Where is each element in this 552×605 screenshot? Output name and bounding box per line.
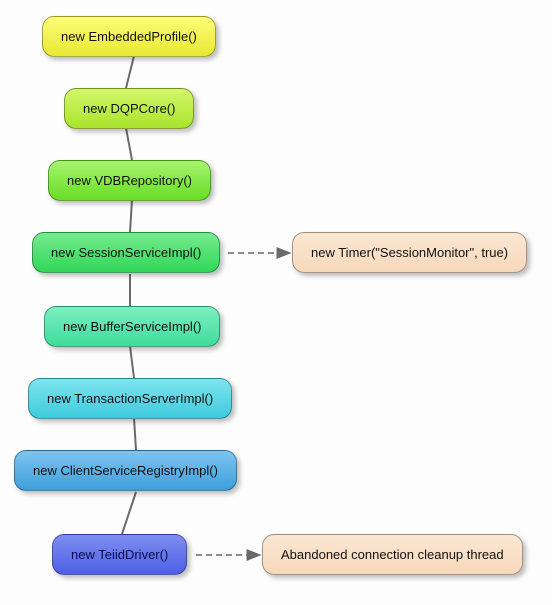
- diagram-canvas: new EmbeddedProfile() new DQPCore() new …: [0, 0, 552, 605]
- node-embeddedprofile: new EmbeddedProfile(): [42, 16, 216, 57]
- edge-n3-n4: [130, 200, 132, 232]
- node-bufferserviceimpl: new BufferServiceImpl(): [44, 306, 220, 347]
- edge-n7-n8: [122, 492, 136, 534]
- node-cleanup-thread: Abandoned connection cleanup thread: [262, 534, 523, 575]
- node-clientserviceregistryimpl: new ClientServiceRegistryImpl(): [14, 450, 237, 491]
- node-transactionserverimpl: new TransactionServerImpl(): [28, 378, 232, 419]
- edge-n6-n7: [134, 418, 136, 450]
- node-teiiddriver: new TeiidDriver(): [52, 534, 187, 575]
- edge-n5-n6: [130, 346, 134, 378]
- node-sessionserviceimpl: new SessionServiceImpl(): [32, 232, 220, 273]
- edge-n2-n3: [126, 128, 132, 160]
- edge-n1-n2: [126, 56, 134, 88]
- node-vdbrepository: new VDBRepository(): [48, 160, 211, 201]
- node-timer-sessionmonitor: new Timer("SessionMonitor", true): [292, 232, 527, 273]
- node-dqpcore: new DQPCore(): [64, 88, 194, 129]
